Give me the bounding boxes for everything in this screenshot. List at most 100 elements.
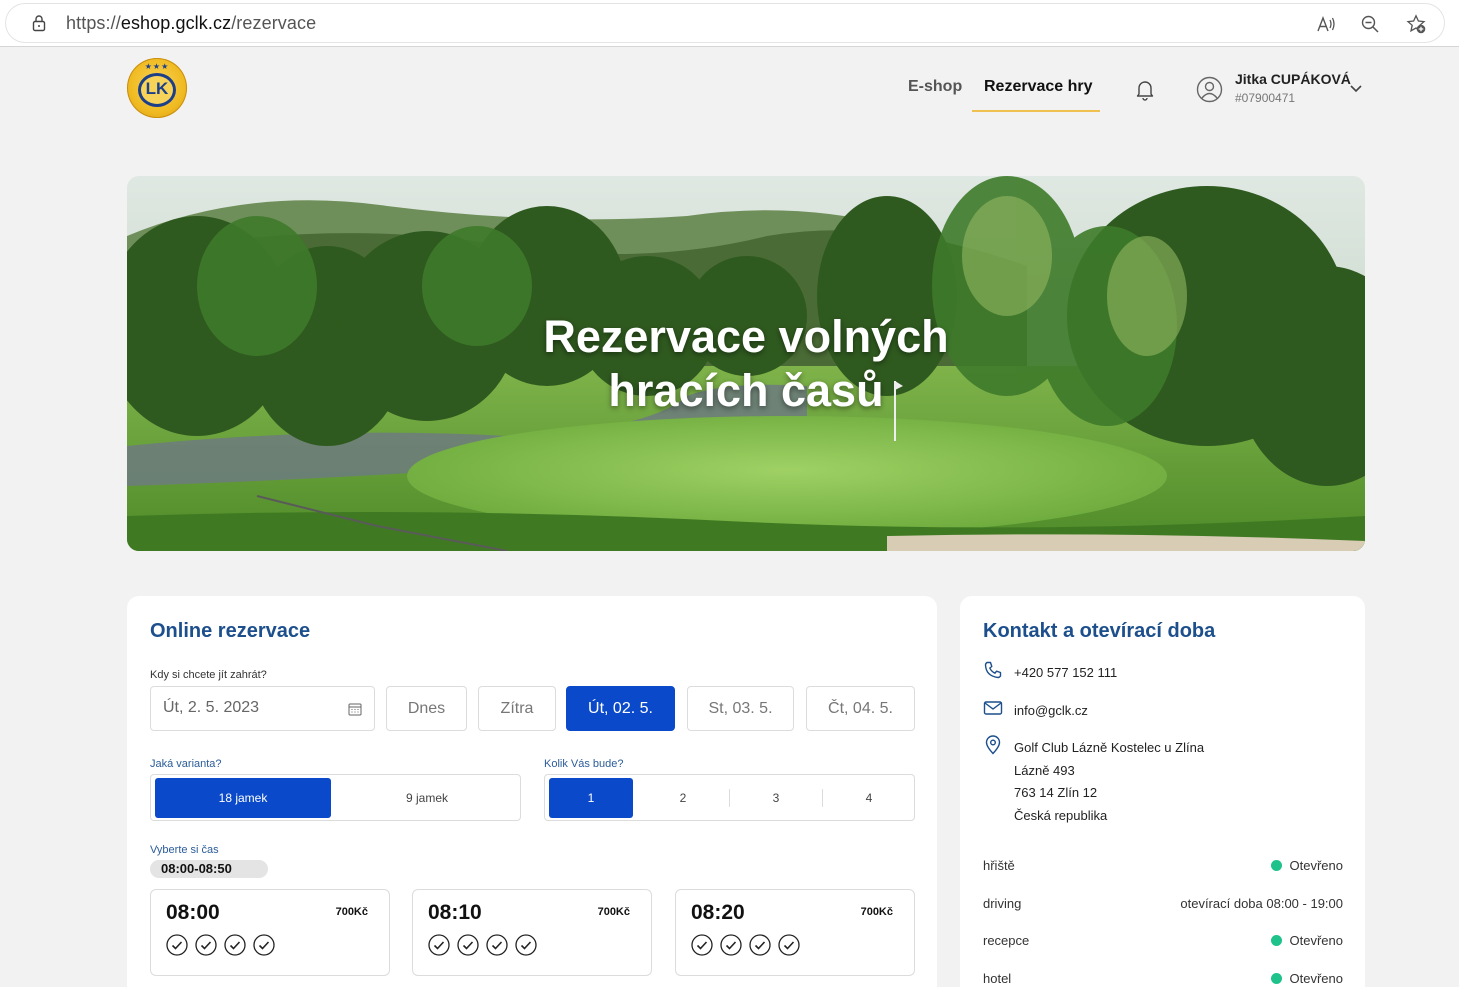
slot-availability (166, 934, 282, 956)
user-name[interactable]: Jitka CUPÁKOVÁ (1235, 71, 1351, 87)
players-2[interactable]: 2 (637, 778, 729, 818)
chevron-down-icon[interactable] (1349, 84, 1363, 94)
variant-18-holes[interactable]: 18 jamek (155, 778, 331, 818)
address-line: Lázně 493 (1014, 762, 1075, 778)
status-open-dot (1270, 860, 1282, 871)
slot-time: 08:00 (166, 901, 220, 924)
check-circle-icon[interactable] (166, 934, 188, 956)
hours-name: hotel (983, 971, 1012, 986)
contact-card: Kontakt a otevírací doba +420 577 152 11… (960, 596, 1365, 987)
contact-title: Kontakt a otevírací doba (983, 620, 1216, 642)
contact-phone[interactable]: +420 577 152 111 (1014, 662, 1117, 685)
variant-label: Jaká varianta? (150, 758, 222, 770)
hours-row-hriste: hřiště Otevřeno (983, 858, 1343, 878)
hero-title-line2: hracích časů (608, 365, 884, 416)
slot-price: 700Kč (597, 906, 630, 918)
nav-rezervace-hry[interactable]: Rezervace hry (984, 78, 1093, 96)
date-thu-button[interactable]: Čt, 04. 5. (806, 686, 915, 731)
date-value: Út, 2. 5. 2023 (163, 699, 260, 716)
map-pin-icon (985, 735, 1001, 755)
hours-status: Otevřeno (1289, 971, 1343, 986)
players-3[interactable]: 3 (730, 778, 822, 818)
hours-name: driving (983, 896, 1022, 911)
hours-value: Otevřeno (1270, 971, 1343, 986)
hours-value: Otevřeno (1270, 858, 1343, 873)
slot-time: 08:20 (691, 901, 745, 924)
contact-address: Golf Club Lázně Kostelec u Zlína Lázně 4… (1014, 737, 1204, 827)
date-tue-button[interactable]: Út, 02. 5. (566, 686, 675, 731)
url-prefix: https:// (66, 13, 121, 33)
check-circle-icon[interactable] (428, 934, 450, 956)
check-circle-icon[interactable] (253, 934, 275, 956)
players-1[interactable]: 1 (549, 778, 633, 818)
check-circle-icon[interactable] (749, 934, 771, 956)
url-text[interactable]: https://eshop.gclk.cz/rezervace (66, 13, 316, 34)
status-open-dot (1270, 935, 1282, 946)
bell-icon[interactable] (1135, 79, 1155, 101)
hours-row-recepce: recepce Otevřeno (983, 933, 1343, 953)
lock-icon[interactable] (30, 14, 48, 32)
hours-status: Otevřeno (1289, 858, 1343, 873)
address-line: Golf Club Lázně Kostelec u Zlína (1014, 740, 1205, 755)
hours-name: recepce (983, 933, 1030, 948)
check-circle-icon[interactable] (515, 934, 537, 956)
nav-eshop[interactable]: E-shop (908, 78, 962, 96)
phone-icon (984, 661, 1002, 679)
check-circle-icon[interactable] (691, 934, 713, 956)
zoom-out-icon[interactable] (1360, 14, 1380, 34)
date-today-button[interactable]: Dnes (386, 686, 467, 731)
check-circle-icon[interactable] (778, 934, 800, 956)
date-field[interactable]: Út, 2. 5. 2023 (150, 686, 375, 731)
hours-row-hotel: hotel Otevřeno (983, 971, 1343, 987)
booking-title: Online rezervace (150, 620, 311, 642)
url-host: eshop.gclk.cz (120, 13, 232, 33)
check-circle-icon[interactable] (720, 934, 742, 956)
status-open-dot (1270, 973, 1282, 984)
hours-value: Otevřeno (1270, 933, 1343, 948)
time-label: Vyberte si čas (150, 844, 219, 856)
players-label: Kolik Vás bude? (544, 758, 624, 770)
check-circle-icon[interactable] (195, 934, 217, 956)
players-selector: 1 2 3 4 (544, 774, 915, 821)
stars-icon: ★★★ (144, 62, 170, 71)
slot-availability (428, 934, 544, 956)
address-line: Česká republika (1014, 807, 1108, 823)
read-aloud-icon[interactable] (1316, 14, 1336, 34)
time-slot-card[interactable]: 08:00 700Kč (150, 889, 390, 976)
address-bar[interactable]: https://eshop.gclk.cz/rezervace (6, 4, 1444, 42)
players-4[interactable]: 4 (823, 778, 915, 818)
browser-toolbar: https://eshop.gclk.cz/rezervace (0, 0, 1459, 47)
contact-email[interactable]: info@gclk.cz (1014, 700, 1088, 723)
url-path: /rezervace (231, 13, 317, 33)
slot-availability (691, 934, 807, 956)
time-slot-card[interactable]: 08:10 700Kč (412, 889, 652, 976)
slot-price: 700Kč (860, 906, 893, 918)
nav-active-indicator (972, 110, 1100, 112)
slot-price: 700Kč (335, 906, 368, 918)
time-slot-card[interactable]: 08:20 700Kč (675, 889, 915, 976)
hours-status: Otevřeno (1289, 933, 1343, 948)
hours-row-driving: driving otevírací doba 08:00 - 19:00 (983, 896, 1343, 916)
calendar-icon[interactable] (348, 702, 362, 716)
booking-card: Online rezervace Kdy si chcete jít zahrá… (127, 596, 937, 987)
logo-text: LK (145, 79, 169, 98)
mail-icon (983, 701, 1003, 715)
variant-9-holes[interactable]: 9 jamek (335, 778, 519, 818)
hero-title-line1: Rezervace volných (543, 311, 949, 362)
club-logo[interactable]: ★★★ LK (127, 58, 187, 118)
check-circle-icon[interactable] (457, 934, 479, 956)
variant-selector: 18 jamek 9 jamek (150, 774, 521, 821)
user-id: #07900471 (1235, 91, 1296, 105)
user-avatar-icon[interactable] (1196, 76, 1223, 103)
hero-banner: Rezervace volných hracích časů (127, 176, 1365, 551)
check-circle-icon[interactable] (486, 934, 508, 956)
address-line: 763 14 Zlín 12 (1014, 785, 1098, 800)
hours-value: otevírací doba 08:00 - 19:00 (1180, 896, 1343, 911)
hours-name: hřiště (983, 858, 1015, 873)
date-wed-button[interactable]: St, 03. 5. (687, 686, 794, 731)
slot-time: 08:10 (428, 901, 482, 924)
hero-title: Rezervace volných hracích časů (127, 310, 1365, 418)
date-tomorrow-button[interactable]: Zítra (478, 686, 556, 731)
check-circle-icon[interactable] (224, 934, 246, 956)
add-favorite-icon[interactable] (1406, 14, 1426, 34)
